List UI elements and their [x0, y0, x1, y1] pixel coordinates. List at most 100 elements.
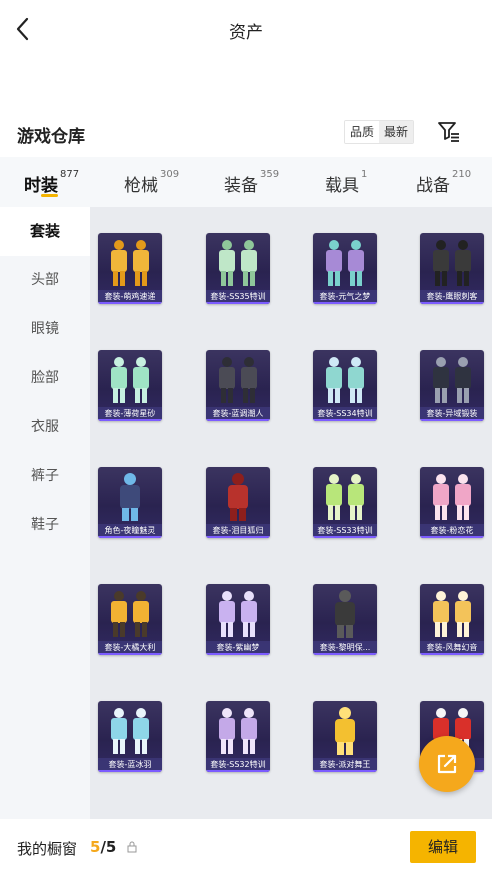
rarity-bar — [420, 653, 484, 655]
tab-count: 359 — [260, 169, 280, 180]
tab-label: 枪械 — [124, 176, 158, 196]
share-button[interactable] — [419, 736, 475, 792]
sidebar-item-head[interactable]: 头部 — [0, 256, 90, 305]
sidebar-item-pants[interactable]: 裤子 — [0, 452, 90, 501]
item-card[interactable]: 套装-元气之梦 — [313, 233, 377, 304]
bottom-bar: 我的橱窗 5/5 编辑 — [0, 819, 492, 876]
item-card[interactable]: 套装-风舞幻音 — [420, 584, 484, 655]
tab-count: 309 — [160, 169, 180, 180]
rarity-bar — [313, 302, 377, 304]
sort-quality-button[interactable]: 品质 — [345, 121, 380, 143]
outfit-thumbnail — [433, 591, 471, 637]
item-card[interactable]: 套装-鹰眼刺客 — [420, 233, 484, 304]
outfit-thumbnail — [433, 474, 471, 520]
item-card[interactable]: 角色-夜瞳魅灵 — [98, 467, 162, 538]
rarity-bar — [420, 419, 484, 421]
lock-icon — [127, 841, 137, 853]
rarity-bar — [313, 536, 377, 538]
sidebar-item-shoes[interactable]: 鞋子 — [0, 501, 90, 550]
item-card[interactable]: 套装-异域锻装 — [420, 350, 484, 421]
outfit-thumbnail — [219, 708, 257, 754]
item-card[interactable]: 套装-大橘大利 — [98, 584, 162, 655]
tab-label: 装备 — [224, 176, 258, 196]
outfit-thumbnail — [219, 591, 257, 637]
item-grid: 套装-萌鸡速递 套装-SS35特训 套装-元气之梦 套装-鹰眼刺客 套装-薄荷星砂 套装-… — [90, 207, 492, 819]
rarity-bar — [206, 302, 270, 304]
sidebar-item-clothes[interactable]: 衣服 — [0, 403, 90, 452]
rarity-bar — [420, 302, 484, 304]
showcase-current: 5 — [90, 838, 101, 856]
outfit-thumbnail — [433, 240, 471, 286]
item-card[interactable]: 套装-萌鸡速递 — [98, 233, 162, 304]
rarity-bar — [206, 770, 270, 772]
item-card[interactable]: 套装-SS34特训 — [313, 350, 377, 421]
sidebar-item-glasses[interactable]: 眼镜 — [0, 305, 90, 354]
tab-equipment[interactable]: 装备359 — [224, 169, 280, 196]
external-link-icon — [437, 754, 457, 774]
rarity-bar — [206, 536, 270, 538]
sort-latest-button[interactable]: 最新 — [379, 121, 414, 143]
outfit-thumbnail — [335, 590, 355, 638]
tab-count: 1 — [361, 169, 368, 180]
tab-supplies[interactable]: 战备210 — [416, 169, 472, 196]
tab-fashion[interactable]: 时装877 — [24, 169, 80, 196]
outfit-thumbnail — [111, 240, 149, 286]
filter-icon — [438, 122, 459, 142]
rarity-bar — [313, 419, 377, 421]
section-title: 游戏仓库 — [17, 127, 85, 147]
tab-count: 877 — [60, 169, 80, 180]
rarity-bar — [98, 302, 162, 304]
item-card[interactable]: 套装-SS35特训 — [206, 233, 270, 304]
rarity-bar — [313, 653, 377, 655]
item-card[interactable]: 套装-派对舞王 — [313, 701, 377, 772]
tab-vehicles[interactable]: 载具1 — [325, 169, 368, 196]
category-tabs: 时装877 枪械309 装备359 载具1 战备210 — [0, 157, 492, 207]
tab-label: 时装 — [24, 176, 58, 196]
showcase-count: 5/5 — [90, 838, 116, 856]
rarity-bar — [313, 770, 377, 772]
tab-count: 210 — [452, 169, 472, 180]
outfit-thumbnail — [219, 240, 257, 286]
item-card[interactable]: 套装-SS32特训 — [206, 701, 270, 772]
outfit-thumbnail — [111, 591, 149, 637]
item-card[interactable]: 套装-泪目狐归 — [206, 467, 270, 538]
warehouse-header: 游戏仓库 品质 最新 — [0, 114, 492, 152]
sort-toggle: 品质 最新 — [344, 120, 415, 144]
filter-button[interactable] — [436, 118, 462, 144]
subcategory-sidebar: 套装 头部 眼镜 脸部 衣服 裤子 鞋子 — [0, 207, 90, 819]
outfit-thumbnail — [326, 240, 364, 286]
sidebar-item-face[interactable]: 脸部 — [0, 354, 90, 403]
rarity-bar — [98, 770, 162, 772]
page-title: 资产 — [229, 23, 263, 43]
rarity-bar — [420, 536, 484, 538]
outfit-thumbnail — [111, 357, 149, 403]
outfit-thumbnail — [326, 357, 364, 403]
outfit-thumbnail — [433, 357, 471, 403]
rarity-bar — [206, 419, 270, 421]
item-card[interactable]: 套装-薄荷星砂 — [98, 350, 162, 421]
item-card[interactable]: 套装-SS33特训 — [313, 467, 377, 538]
tab-label: 载具 — [325, 176, 359, 196]
sidebar-item-outfit[interactable]: 套装 — [0, 207, 90, 256]
item-card[interactable]: 套装-蓝调潮人 — [206, 350, 270, 421]
tab-label: 战备 — [416, 176, 450, 196]
rarity-bar — [206, 653, 270, 655]
top-bar: 资产 — [0, 0, 492, 58]
item-card[interactable]: 套装-紫幽梦 — [206, 584, 270, 655]
showcase-label: 我的橱窗 — [17, 840, 78, 858]
rarity-bar — [98, 536, 162, 538]
rarity-bar — [98, 419, 162, 421]
edit-button[interactable]: 编辑 — [410, 831, 476, 863]
item-card[interactable]: 套装-粉恋花 — [420, 467, 484, 538]
item-card[interactable]: 套装-黎明保... — [313, 584, 377, 655]
tab-guns[interactable]: 枪械309 — [124, 169, 180, 196]
item-card[interactable]: 套装-蓝冰羽 — [98, 701, 162, 772]
outfit-thumbnail — [120, 473, 140, 521]
outfit-thumbnail — [111, 708, 149, 754]
showcase-total: 5 — [105, 838, 117, 856]
outfit-thumbnail — [228, 473, 248, 521]
outfit-thumbnail — [326, 474, 364, 520]
outfit-thumbnail — [335, 707, 355, 755]
active-tab-indicator — [41, 194, 58, 197]
rarity-bar — [98, 653, 162, 655]
